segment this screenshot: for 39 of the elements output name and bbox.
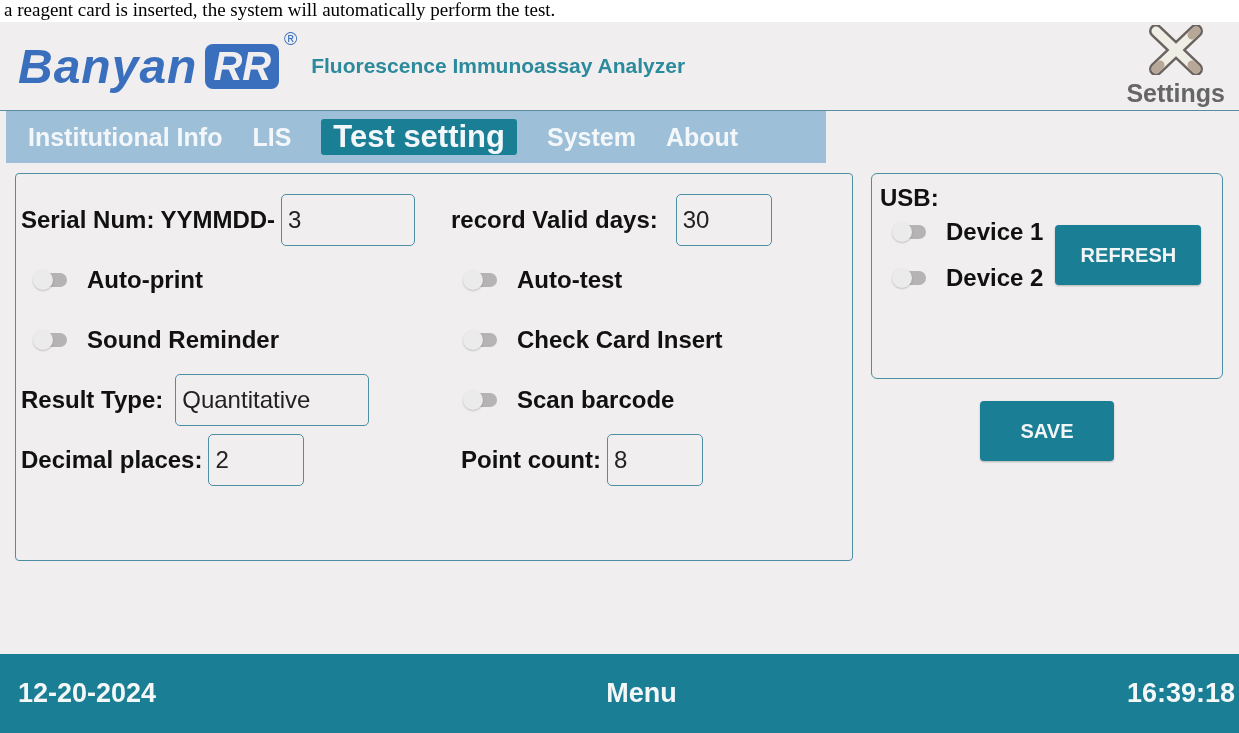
toggle-switch[interactable] — [892, 222, 926, 242]
toggle-switch[interactable] — [463, 270, 497, 290]
field-label: Serial Num: — [21, 206, 155, 234]
refresh-button[interactable]: REFRESH — [1055, 225, 1202, 285]
toggle-label: Auto-test — [517, 266, 623, 294]
menu-button[interactable]: Menu — [606, 678, 677, 709]
toggle-label: Check Card Insert — [517, 326, 723, 354]
field-label: Point count: — [461, 446, 601, 474]
input-field[interactable]: 8 — [606, 434, 703, 486]
toggle-label: Auto-print — [87, 266, 203, 294]
dropdown-field[interactable]: Quantitative — [175, 374, 370, 426]
tab[interactable]: Test setting — [321, 119, 517, 155]
toggle-label: Scan barcode — [517, 386, 675, 414]
crossed-tools-icon[interactable] — [1147, 24, 1204, 75]
toggle-switch[interactable] — [463, 390, 497, 410]
field-label: Decimal places: — [21, 446, 203, 474]
toggle-switch[interactable] — [33, 330, 67, 350]
input-field[interactable]: 30 — [675, 194, 772, 246]
field-label: record Valid days: — [451, 206, 658, 234]
toggle-switch[interactable] — [33, 270, 67, 290]
toggle-switch[interactable] — [463, 330, 497, 350]
app-subtitle: Fluorescence Immunoassay Analyzer — [311, 54, 686, 78]
save-button[interactable]: SAVE — [980, 401, 1114, 461]
toggle-label: Device 2 — [946, 264, 1044, 292]
input-field[interactable]: 3 — [281, 194, 416, 246]
serial-prefix: YYMMDD- — [160, 206, 276, 234]
toggle-label: Sound Reminder — [87, 326, 279, 354]
settings-label: Settings — [1126, 78, 1225, 108]
caption-text: a reagent card is inserted, the system will automatically perform the test. — [3, 0, 557, 22]
logo-badge: RR — [205, 43, 280, 89]
registered-mark: ® — [283, 28, 298, 50]
date-text: 12-20-2024 — [18, 678, 157, 709]
usb-title: USB: — [880, 184, 940, 212]
toggle-label: Device 1 — [946, 218, 1044, 246]
input-field[interactable]: 2 — [208, 434, 305, 486]
time-text: 16:39:18 — [1126, 678, 1235, 709]
logo-text: Banyan — [18, 38, 198, 94]
toggle-switch[interactable] — [892, 268, 926, 288]
field-label: Result Type: — [21, 386, 164, 414]
